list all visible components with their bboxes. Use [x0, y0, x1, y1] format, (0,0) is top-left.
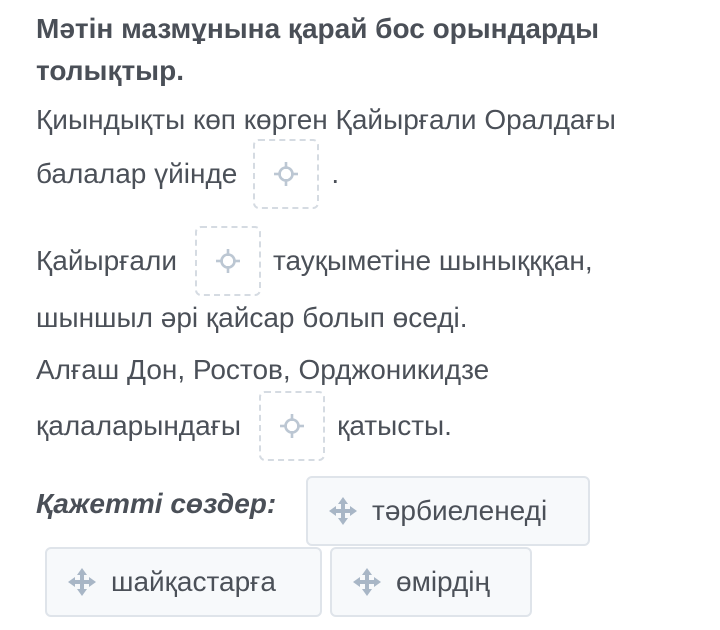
word-chip-label: шайқастарға — [111, 566, 276, 597]
sentence-1-line-2: балалар үйінде . — [36, 139, 340, 209]
drop-zone-1[interactable] — [253, 139, 320, 209]
drop-zone-3[interactable] — [259, 391, 326, 461]
sentence-2-line-2: шыншыл әрі қайсар болып өседі. — [36, 290, 468, 346]
sentence-text: тауқыметіне шынықққан, — [272, 245, 593, 276]
word-chip-label: өмірдің — [396, 566, 490, 597]
word-chip[interactable]: шайқастарға — [45, 547, 322, 617]
sentence-text: қатысты. — [337, 410, 452, 441]
drop-zone-2[interactable] — [194, 226, 261, 296]
sentence-2-line-1: Қайырғали тауқыметіне шынықққан, — [36, 226, 593, 296]
sentence-text: шыншыл әрі қайсар болып өседі. — [36, 302, 468, 333]
sentence-text: балалар үйінде — [36, 158, 238, 189]
sentence-text: қалаларындағы — [36, 410, 242, 441]
sentence-1-line-1: Қиындықты көп көрген Қайырғали Оралдағы — [36, 92, 616, 148]
move-icon — [328, 496, 358, 526]
task-title: Мәтін мазмұнына қарай бос орындарды толы… — [36, 13, 600, 86]
move-icon — [352, 567, 382, 597]
sentence-text: Қиындықты көп көрген Қайырғали Оралдағы — [36, 104, 616, 135]
word-chip[interactable]: тәрбиеленеді — [306, 476, 590, 546]
crosshair-icon — [274, 162, 299, 186]
sentence-text: Алғаш Дон, Ростов, Орджоникидзе — [36, 354, 490, 385]
sentence-text: . — [331, 158, 340, 189]
crosshair-icon — [280, 414, 305, 438]
word-bank-label: Қажетті сөздер: — [36, 488, 277, 519]
sentence-3-line-1: Алғаш Дон, Ростов, Орджоникидзе — [36, 342, 489, 398]
word-chip-label: тәрбиеленеді — [372, 495, 548, 526]
sentence-text: Қайырғали — [36, 245, 177, 276]
word-chip[interactable]: өмірдің — [330, 547, 532, 617]
move-icon — [67, 567, 97, 597]
crosshair-icon — [215, 249, 240, 273]
sentence-3-line-2: қалаларындағы қатысты. — [36, 391, 452, 461]
